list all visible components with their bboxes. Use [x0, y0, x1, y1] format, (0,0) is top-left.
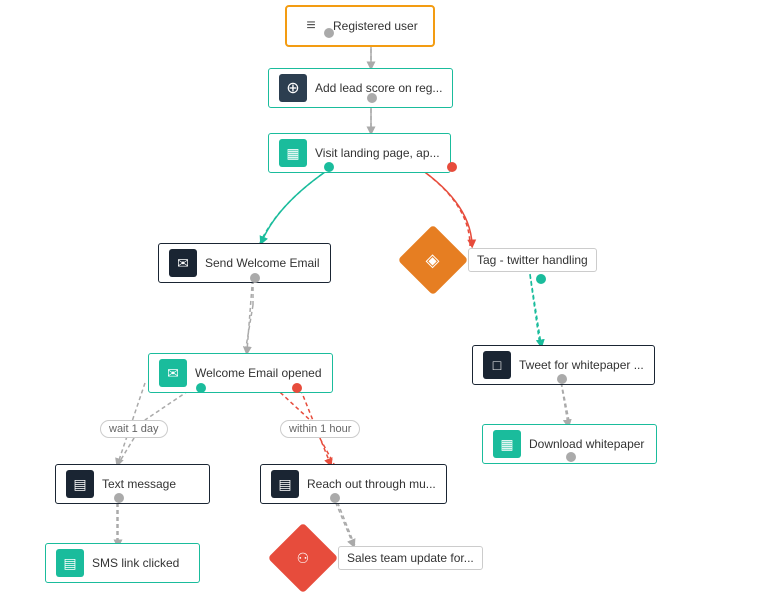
send-welcome-node[interactable]: ✉ Send Welcome Email — [158, 243, 331, 283]
dot-tag-bottom — [536, 274, 546, 284]
registered-user-node[interactable]: ≡ Registered user — [285, 5, 435, 47]
workflow-canvas: ≡ Registered user ⊕ Add lead score on re… — [0, 0, 757, 603]
tweet-whitepaper-label: Tweet for whitepaper ... — [519, 358, 644, 372]
connector-dot-welcome-teal — [196, 383, 206, 393]
group-icon: ⚇ — [297, 550, 310, 567]
dot-reach-bottom — [330, 493, 340, 503]
envelope-open-icon: ✉ — [159, 359, 187, 387]
download-whitepaper-label: Download whitepaper — [529, 437, 644, 451]
welcome-opened-node[interactable]: ✉ Welcome Email opened — [148, 353, 333, 393]
list-icon: ≡ — [297, 12, 325, 40]
tag-twitter-label: Tag - twitter handling — [468, 248, 597, 272]
envelope-icon: ✉ — [169, 249, 197, 277]
plus-circle-icon: ⊕ — [279, 74, 307, 102]
visit-landing-node[interactable]: ▦ Visit landing page, ap... — [268, 133, 451, 173]
connector-dot-teal-left — [324, 162, 334, 172]
connector-dot-red-right — [447, 162, 457, 172]
tag-twitter-diamond: ◈ — [398, 225, 469, 296]
connector-dot-welcome-red — [292, 383, 302, 393]
sales-team-label: Sales team update for... — [338, 546, 483, 570]
tweet-icon: □ — [483, 351, 511, 379]
table-icon: ▦ — [279, 139, 307, 167]
add-lead-score-label: Add lead score on reg... — [315, 81, 442, 95]
visit-landing-label: Visit landing page, ap... — [315, 146, 440, 160]
sms-link-label: SMS link clicked — [92, 556, 179, 570]
send-welcome-label: Send Welcome Email — [205, 256, 320, 270]
reach-out-label: Reach out through mu... — [307, 477, 436, 491]
dot-download-bottom — [566, 452, 576, 462]
dot-tweet-bottom — [557, 374, 567, 384]
reach-icon: ▤ — [271, 470, 299, 498]
message-icon: ▤ — [66, 470, 94, 498]
dot-welcome-bottom — [250, 273, 260, 283]
dot-addlead-bottom — [367, 93, 377, 103]
welcome-opened-label: Welcome Email opened — [195, 366, 322, 380]
text-message-node[interactable]: ▤ Text message — [55, 464, 210, 504]
add-lead-score-node[interactable]: ⊕ Add lead score on reg... — [268, 68, 453, 108]
registered-user-label: Registered user — [333, 19, 418, 33]
dot-text-bottom — [114, 493, 124, 503]
sms-link-node[interactable]: ▤ SMS link clicked — [45, 543, 200, 583]
dot-registered-bottom — [324, 28, 334, 38]
sales-team-wrapper[interactable]: ⚇ Sales team update for... — [278, 533, 328, 583]
text-message-label: Text message — [102, 477, 176, 491]
tag-twitter-wrapper[interactable]: ◈ Tag - twitter handling — [408, 235, 458, 285]
sales-team-diamond: ⚇ — [268, 523, 339, 594]
wait-day-label: wait 1 day — [100, 420, 168, 438]
reach-out-node[interactable]: ▤ Reach out through mu... — [260, 464, 447, 504]
tag-icon: ◈ — [426, 250, 440, 271]
sms-icon: ▤ — [56, 549, 84, 577]
within-hour-label: within 1 hour — [280, 420, 360, 438]
download-icon: ▦ — [493, 430, 521, 458]
